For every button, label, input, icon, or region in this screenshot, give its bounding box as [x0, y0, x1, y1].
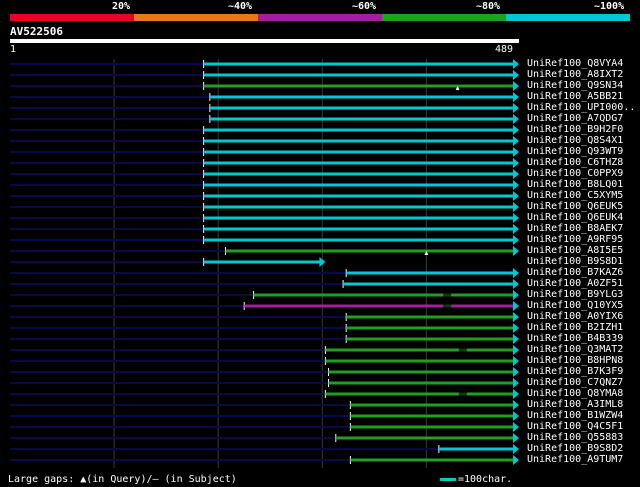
hit-arrow — [513, 224, 519, 234]
hit-arrow — [513, 191, 519, 201]
scale-legend-text: =100char. — [458, 474, 513, 485]
hit-arrow — [513, 125, 519, 135]
hit-label[interactable]: UniRef100_A3IML8 — [527, 399, 623, 410]
hit-label[interactable]: UniRef100_Q4C5F1 — [527, 421, 623, 432]
hit-arrow — [513, 136, 519, 146]
hit-label[interactable]: UniRef100_Q6EUK4 — [527, 212, 623, 223]
hit-label[interactable]: UniRef100_C0PPX9 — [527, 168, 623, 179]
hit-arrow — [513, 235, 519, 245]
hit-arrow — [513, 92, 519, 102]
hit-arrow — [513, 169, 519, 179]
hit-label[interactable]: UniRef100_A9TUM7 — [527, 454, 623, 465]
hit-arrow — [513, 334, 519, 344]
hit-label[interactable]: UniRef100_Q6EUK5 — [527, 201, 623, 212]
hit-arrow — [513, 444, 519, 454]
hit-arrow — [513, 59, 519, 69]
hit-arrow — [513, 202, 519, 212]
hit-arrow — [513, 147, 519, 157]
hit-label[interactable]: UniRef100_B8AEK7 — [527, 223, 623, 234]
scale-legend: =100char. — [440, 474, 512, 485]
hit-arrow — [513, 114, 519, 124]
hit-arrow — [513, 378, 519, 388]
hit-label[interactable]: UniRef100_A8I5E5 — [527, 245, 623, 256]
hit-arrow — [513, 389, 519, 399]
hit-label[interactable]: UniRef100_Q10YX5 — [527, 300, 623, 311]
hit-label[interactable]: UniRef100_B9YLG3 — [527, 289, 623, 300]
hit-label[interactable]: UniRef100_Q8S4X1 — [527, 135, 623, 146]
hit-arrow — [513, 279, 519, 289]
hit-arrow — [513, 81, 519, 91]
hit-label[interactable]: UniRef100_Q3MAT2 — [527, 344, 623, 355]
hit-arrow — [513, 455, 519, 465]
hit-arrow — [513, 323, 519, 333]
hit-label[interactable]: UniRef100_A5BB21 — [527, 91, 623, 102]
hit-label[interactable]: UniRef100_C7QNZ7 — [527, 377, 623, 388]
hit-arrow — [513, 411, 519, 421]
gap-legend: Large gaps: ▲(in Query)/– (in Subject) — [8, 474, 237, 485]
hit-arrow — [513, 213, 519, 223]
hit-label[interactable]: UniRef100_B9H2F0 — [527, 124, 623, 135]
hit-label[interactable]: UniRef100_Q8YMA8 — [527, 388, 623, 399]
hit-label[interactable]: UniRef100_B2IZH1 — [527, 322, 623, 333]
hit-arrow — [513, 158, 519, 168]
hit-arrow — [513, 312, 519, 322]
hit-label[interactable]: UniRef100_B7KAZ6 — [527, 267, 623, 278]
hit-label[interactable]: UniRef100_B8HPN8 — [527, 355, 623, 366]
hit-arrow — [513, 290, 519, 300]
hit-arrow — [513, 103, 519, 113]
hit-arrow — [513, 246, 519, 256]
hit-label[interactable]: UniRef100_A0YIX6 — [527, 311, 623, 322]
scale-swatch — [440, 477, 456, 481]
hit-label[interactable]: UniRef100_B8LQ01 — [527, 179, 623, 190]
hit-arrow — [513, 268, 519, 278]
hit-label[interactable]: UniRef100_Q93WT9 — [527, 146, 623, 157]
hit-arrow — [513, 400, 519, 410]
hit-label[interactable]: UniRef100_B4B339 — [527, 333, 623, 344]
hit-arrow — [513, 301, 519, 311]
hit-arrow — [513, 356, 519, 366]
hit-label[interactable]: UniRef100_C6THZ8 — [527, 157, 623, 168]
hit-label[interactable]: UniRef100_A0ZF51 — [527, 278, 623, 289]
hit-label[interactable]: UniRef100_A8IXT2 — [527, 69, 623, 80]
hit-label[interactable]: UniRef100_C5XYM5 — [527, 190, 623, 201]
hit-label[interactable]: UniRef100_B9S8D2 — [527, 443, 623, 454]
hit-label[interactable]: UniRef100_A9RF95 — [527, 234, 623, 245]
hit-arrow — [513, 422, 519, 432]
hit-label[interactable]: UniRef100_Q9SN34 — [527, 80, 623, 91]
hit-label[interactable]: UniRef100_B9S8D1 — [527, 256, 623, 267]
hit-arrow — [513, 70, 519, 80]
hit-label[interactable]: UniRef100_UPI000.. — [527, 102, 635, 113]
hit-label[interactable]: UniRef100_A7QDG7 — [527, 113, 623, 124]
hit-label[interactable]: UniRef100_Q8VYA4 — [527, 58, 623, 69]
hit-arrow — [513, 433, 519, 443]
hit-arrow — [513, 345, 519, 355]
hit-label[interactable]: UniRef100_B7K3F9 — [527, 366, 623, 377]
hit-label[interactable]: UniRef100_Q55883 — [527, 432, 623, 443]
hit-label[interactable]: UniRef100_B1WZW4 — [527, 410, 623, 421]
hit-arrow — [513, 367, 519, 377]
hit-arrow — [513, 180, 519, 190]
